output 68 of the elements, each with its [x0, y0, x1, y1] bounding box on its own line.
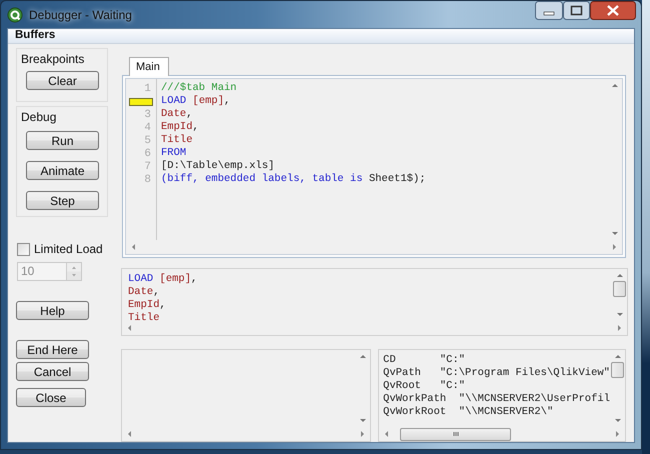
maximize-button[interactable]: [563, 1, 590, 20]
scroll-left-arrow-icon[interactable]: [130, 242, 136, 252]
scroll-up-arrow-icon[interactable]: [612, 353, 622, 359]
scroll-right-arrow-icon[interactable]: [615, 429, 621, 439]
code-line: (biff, embedded labels, table is Sheet1$);: [161, 173, 426, 186]
scroll-up-arrow-icon[interactable]: [610, 82, 620, 88]
scroll-right-arrow-icon[interactable]: [360, 429, 366, 439]
push-button[interactable]: Close: [16, 388, 86, 407]
line-number: 6: [144, 148, 151, 160]
line-number: 1: [144, 82, 151, 94]
breakpoint-marker[interactable]: [129, 98, 153, 106]
push-button[interactable]: Step: [26, 191, 99, 210]
variable-name: CD: [383, 354, 397, 367]
scroll-left-arrow-icon[interactable]: [126, 323, 132, 333]
push-button[interactable]: Animate: [26, 161, 99, 180]
scroll-down-arrow-icon[interactable]: [612, 418, 622, 424]
scroll-thumb[interactable]: [613, 281, 626, 297]
code-line: ///$tab Main: [161, 82, 237, 95]
line-number: 4: [144, 122, 151, 134]
scroll-down-arrow-icon[interactable]: [614, 312, 624, 318]
scroll-left-arrow-icon[interactable]: [383, 429, 390, 439]
code-line: FROM: [161, 147, 186, 160]
window-title: Debugger - Waiting: [29, 8, 132, 22]
line-number: 7: [144, 160, 151, 172]
code-line: Date,: [161, 108, 193, 121]
minimize-button[interactable]: [535, 1, 563, 20]
code-line: EmpId,: [161, 121, 199, 134]
group-label: Breakpoints: [20, 51, 84, 65]
scroll-down-arrow-icon[interactable]: [610, 231, 620, 237]
scroll-right-arrow-icon[interactable]: [617, 323, 623, 333]
variable-value: "C:\Program Files\QlikView": [440, 367, 610, 380]
code-line: Title: [128, 312, 160, 325]
push-button[interactable]: Help: [16, 301, 89, 320]
variable-value: "\\MCNSERVER2\UserProfil: [458, 393, 610, 406]
push-button[interactable]: End Here: [16, 340, 89, 359]
variable-value: "\\MCNSERVER2\": [458, 406, 554, 419]
push-button[interactable]: Run: [26, 131, 99, 150]
app-icon: [7, 6, 23, 22]
code-line: Title: [161, 134, 193, 147]
push-button[interactable]: Cancel: [16, 362, 89, 381]
group-label: Debug: [20, 109, 56, 123]
scroll-thumb[interactable]: [611, 362, 624, 378]
code-line: LOAD [emp],: [128, 273, 198, 286]
variable-value: "C:": [440, 380, 466, 393]
line-number: 3: [144, 108, 151, 120]
checkbox-label: Limited Load: [34, 242, 103, 256]
code-line: [D:\Table\emp.xls]: [161, 160, 274, 173]
grip-icon[interactable]: [450, 431, 461, 437]
scroll-left-arrow-icon[interactable]: [126, 429, 132, 439]
scroll-up-arrow-icon[interactable]: [358, 353, 368, 359]
code-line: LOAD [emp],: [161, 95, 230, 108]
code-line: Date,: [128, 286, 160, 299]
script-editor[interactable]: 1 3 4 5 6 7 8 ///$tab Main LOAD [emp], Date, EmpId, Title FROM [D:\Table\emp.xls] (biff, embedded labels, table is Sheet1$);: [125, 78, 623, 255]
close-button[interactable]: [590, 1, 636, 20]
code-line: EmpId,: [128, 299, 166, 312]
variable-value: "C:": [440, 354, 466, 367]
variable-name: QvPath: [383, 367, 422, 380]
menu-item[interactable]: Buffers: [15, 29, 56, 42]
variable-name: QvWorkRoot: [383, 406, 448, 419]
scroll-up-arrow-icon[interactable]: [614, 272, 624, 278]
variable-name: QvWorkPath: [383, 393, 448, 406]
line-number: 5: [144, 134, 151, 146]
tab[interactable]: Main: [129, 57, 169, 76]
line-number: 8: [144, 174, 151, 186]
scroll-right-arrow-icon[interactable]: [612, 242, 618, 252]
scroll-down-arrow-icon[interactable]: [358, 418, 368, 424]
variable-name: QvRoot: [383, 380, 422, 393]
push-button[interactable]: Clear: [26, 71, 99, 90]
